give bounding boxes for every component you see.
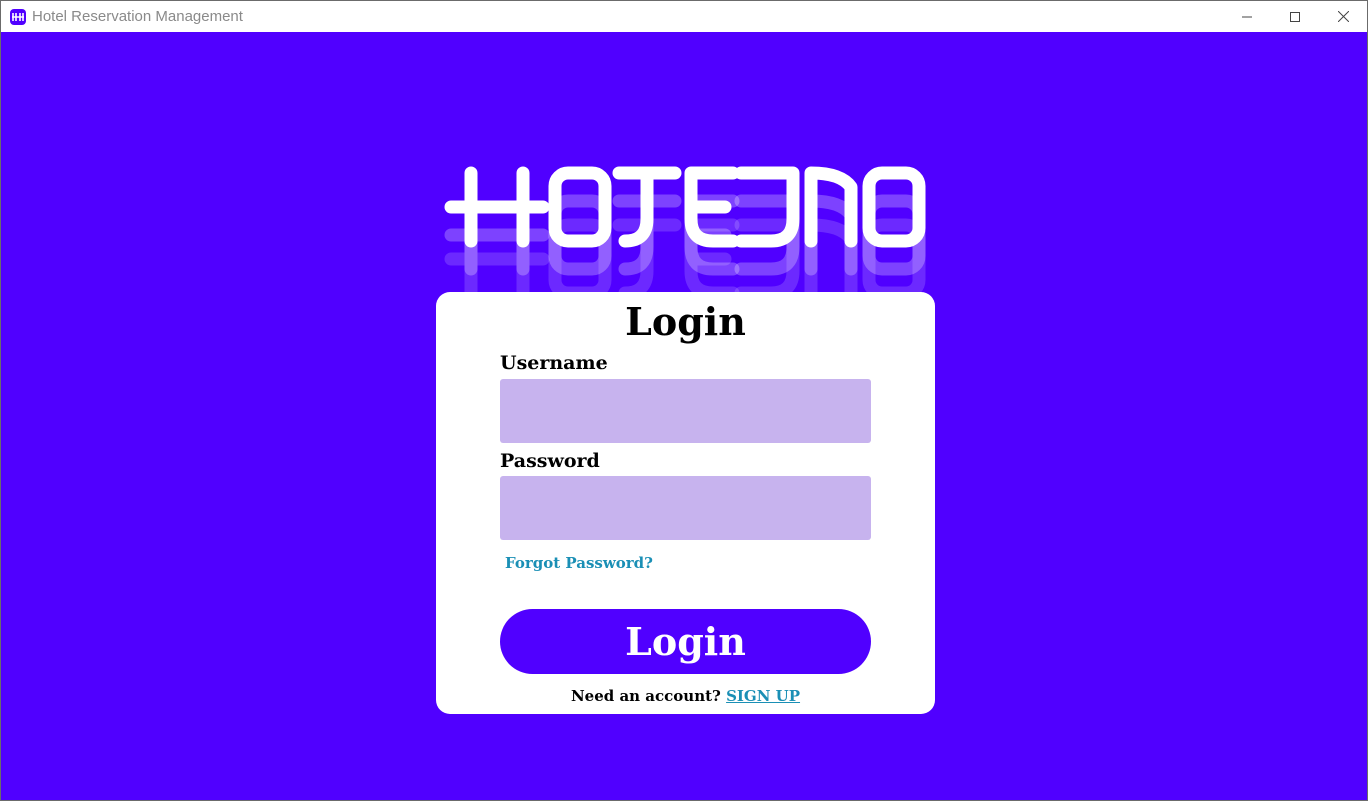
close-button[interactable] <box>1319 1 1367 32</box>
login-title: Login <box>625 299 746 344</box>
password-label: Password <box>500 450 600 472</box>
login-button[interactable]: Login <box>500 609 871 674</box>
maximize-button[interactable] <box>1271 1 1319 32</box>
forgot-password-link[interactable]: Forgot Password? <box>505 553 653 573</box>
maximize-icon <box>1290 11 1300 22</box>
username-label: Username <box>500 352 608 374</box>
title-bar[interactable]: Hotel Reservation Management <box>1 1 1367 32</box>
close-icon <box>1337 11 1349 22</box>
login-card: Login Username Password Forgot Password?… <box>436 292 935 714</box>
minimize-button[interactable] <box>1223 1 1271 32</box>
window-title: Hotel Reservation Management <box>32 8 243 25</box>
app-window: Hotel Reservation Management Login Usern… <box>0 0 1368 801</box>
username-input[interactable] <box>500 379 871 443</box>
signup-row: Need an account? SIGN UP <box>436 686 935 706</box>
minimize-icon <box>1242 16 1252 17</box>
password-input[interactable] <box>500 476 871 540</box>
signup-prompt: Need an account? <box>570 687 721 705</box>
hotelino-logo-icon <box>10 8 26 25</box>
hotelino-logo <box>441 161 931 296</box>
window-controls <box>1223 1 1367 32</box>
signup-link[interactable]: SIGN UP <box>726 687 800 705</box>
